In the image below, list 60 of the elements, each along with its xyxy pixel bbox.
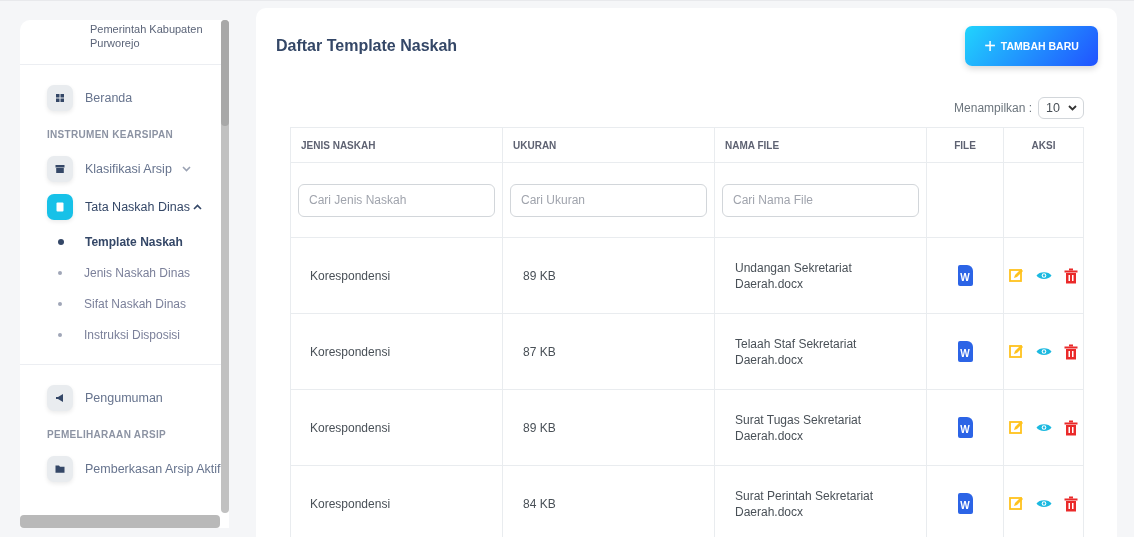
eye-icon[interactable] <box>1036 498 1052 509</box>
page-size-select[interactable]: 10 <box>1038 97 1084 119</box>
trash-icon[interactable] <box>1064 343 1078 360</box>
table-cell: 87 KB <box>502 313 715 390</box>
table-cell: 89 KB <box>502 389 715 466</box>
eye-icon[interactable] <box>1036 346 1052 357</box>
chevron-down-icon <box>1068 105 1077 111</box>
table-cell: Korespondensi <box>290 389 503 466</box>
table-cell: Korespondensi <box>290 465 503 537</box>
word-document-icon[interactable]: W <box>957 493 973 514</box>
table-cell: 89 KB <box>502 237 715 314</box>
table-cell: Surat Tugas Sekretariat Daerah.docx <box>714 389 927 466</box>
sidebar-menu-item[interactable]: Pengumuman <box>20 379 225 417</box>
submenu-item[interactable]: Sifat Naskah Dinas <box>20 288 225 319</box>
search-field[interactable]: Cari Nama File <box>722 183 919 217</box>
page-title: Daftar Template Naskah <box>276 36 458 55</box>
sidebar-menu-item[interactable]: Pemberkasan Arsip Aktif <box>20 450 225 488</box>
menu-section-heading: PEMELIHARAAN ARSIP <box>46 428 167 442</box>
column-header: AKSI <box>1003 127 1084 163</box>
trash-icon[interactable] <box>1064 419 1078 436</box>
trash-icon[interactable] <box>1064 267 1078 284</box>
org-name-line: Pemerintah Kabupaten <box>90 22 204 36</box>
trash-icon[interactable] <box>1064 495 1078 512</box>
org-name-line: Purworejo <box>90 36 141 50</box>
column-header: FILE <box>926 127 1004 163</box>
scrollbar[interactable] <box>221 20 229 513</box>
menu-section-heading: INSTRUMEN KEARSIPAN <box>46 128 175 142</box>
search-field[interactable]: Cari Ukuran <box>510 183 707 217</box>
word-document-icon[interactable]: W <box>957 341 973 362</box>
scrollbar[interactable] <box>20 515 220 528</box>
submenu-item[interactable]: Jenis Naskah Dinas <box>20 257 225 288</box>
sidebar-menu-item[interactable]: Klasifikasi Arsip <box>20 150 225 188</box>
page-size-label: Menampilkan : <box>954 101 1033 115</box>
table-cell: Korespondensi <box>290 237 503 314</box>
submenu-item[interactable]: Instruksi Disposisi <box>20 319 225 350</box>
edit-icon[interactable] <box>1009 268 1024 283</box>
sidebar-menu-item[interactable]: Beranda <box>20 79 225 117</box>
archive-icon <box>47 156 73 182</box>
add-button[interactable]: + TAMBAH BARU <box>965 26 1098 66</box>
chevron-icon <box>181 166 191 172</box>
word-document-icon[interactable]: W <box>957 265 973 286</box>
book-icon <box>47 194 73 220</box>
column-header: UKURAN <box>502 127 715 163</box>
submenu-item[interactable]: Template Naskah <box>20 226 225 257</box>
column-header: NAMA FILE <box>714 127 927 163</box>
grid-icon <box>47 85 73 111</box>
search-field[interactable]: Cari Jenis Naskah <box>298 183 495 217</box>
word-document-icon[interactable]: W <box>957 417 973 438</box>
edit-icon[interactable] <box>1009 344 1024 359</box>
edit-icon[interactable] <box>1009 496 1024 511</box>
edit-icon[interactable] <box>1009 420 1024 435</box>
chevron-icon <box>192 204 202 210</box>
eye-icon[interactable] <box>1036 422 1052 433</box>
table-cell: Telaah Staf Sekretariat Daerah.docx <box>714 313 927 390</box>
column-header: JENIS NASKAH <box>290 127 503 163</box>
eye-icon[interactable] <box>1036 270 1052 281</box>
sidebar-menu-item[interactable]: Tata Naskah Dinas <box>20 188 225 226</box>
table-cell: Undangan Sekretariat Daerah.docx <box>714 237 927 314</box>
folder-icon <box>47 456 73 482</box>
table-cell: Korespondensi <box>290 313 503 390</box>
